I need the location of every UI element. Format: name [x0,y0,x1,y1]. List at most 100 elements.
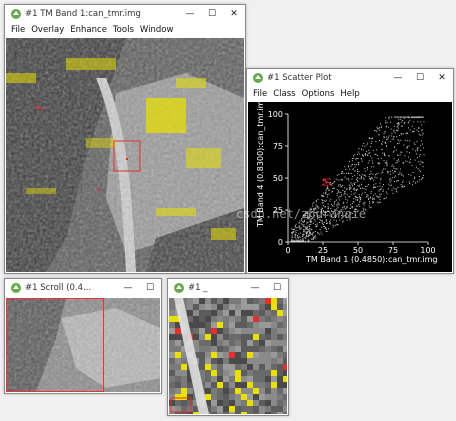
menu-overlay[interactable]: Overlay [31,25,64,35]
scatter-point [393,158,395,160]
scatter-point [386,162,388,164]
zoom-pixel [259,304,265,310]
zoom-pixel [265,364,271,370]
zoom-pixel [217,352,223,358]
scatter-point [367,154,369,156]
scatter-point [315,201,317,203]
scatter-point [315,235,317,237]
zoom-pixel [199,346,205,352]
menu-file[interactable]: File [11,25,25,35]
maximize-button[interactable]: ☐ [201,9,223,19]
scatter-point [299,237,301,238]
zoom-pixel [271,412,277,414]
minimize-button[interactable]: — [117,283,139,293]
scatter-point [344,176,346,178]
scatter-point [339,191,341,193]
zoom-pixel [217,328,223,334]
scatter-point [400,116,402,118]
zoom-pixel [253,364,259,370]
scatter-point [387,126,389,128]
scatter-point [377,162,379,164]
scatter-point [345,168,347,170]
zoom-pixel [187,298,193,304]
image-view[interactable] [6,38,244,272]
scatter-point [298,239,300,241]
zoom-pixel [283,340,287,346]
scatter-plot-window[interactable]: #1 Scatter Plot — ☐ ✕ File Class Options… [246,68,454,274]
scroll-region-indicator[interactable] [6,298,104,392]
scatter-point [386,125,387,127]
scatter-point [347,199,349,201]
scatter-point [368,205,370,207]
scatter-point [392,172,394,174]
scatter-point [336,194,338,196]
scatter-point [301,223,303,225]
zoom-pixel [265,370,271,376]
scatter-point [330,198,332,200]
scroll-window-titlebar[interactable]: #1 Scroll (0.4... — ☐ [5,279,161,297]
minimize-button[interactable]: — [179,9,201,19]
scatter-point [419,116,421,118]
minimize-button[interactable]: — [244,283,266,293]
scatter-point [325,192,327,194]
scatter-point [293,239,295,241]
menu-help[interactable]: Help [340,89,359,99]
menu-file[interactable]: File [253,89,267,99]
scatter-point [354,189,356,191]
scroll-window[interactable]: #1 Scroll (0.4... — ☐ [4,278,162,394]
scatter-point [310,224,312,226]
menu-options[interactable]: Options [302,89,335,99]
zoom-pixel [229,406,235,412]
scatter-point [337,179,339,181]
scroll-view[interactable] [6,298,160,392]
zoom-pixel [283,298,287,304]
zoom-window[interactable]: #1 _ — ☐ [167,278,289,416]
zoom-pixel [277,382,283,388]
scatter-point [399,171,401,173]
zoom-pixel [193,340,199,346]
zoom-view[interactable] [169,298,287,414]
minimize-button[interactable]: — [387,73,409,83]
image-window[interactable]: #1 TM Band 1:can_tmr.img — ☐ ✕ File Over… [4,4,246,274]
scatter-point [336,193,338,194]
scatter-point [370,178,372,179]
scatter-point [382,186,384,188]
zoom-pixel-image [169,298,287,414]
zoom-pixel [199,328,205,334]
maximize-button[interactable]: ☐ [409,73,431,83]
scatter-point [344,192,346,194]
scatter-point [396,161,398,163]
close-button[interactable]: ✕ [223,9,245,19]
maximize-button[interactable]: ☐ [266,283,288,293]
menu-enhance[interactable]: Enhance [70,25,107,35]
scatter-point [419,179,421,181]
scatter-window-titlebar[interactable]: #1 Scatter Plot — ☐ ✕ [247,69,453,87]
zoom-pixel [283,304,287,310]
scatter-point [358,163,360,165]
zoom-pixel [211,376,217,382]
scatter-point [386,191,387,193]
x-tick-label: 75 [388,246,398,255]
scatter-point [420,160,422,162]
scatter-point [374,193,376,195]
scatter-point [325,189,327,191]
menu-class[interactable]: Class [273,89,295,99]
zoom-pixel [259,394,265,400]
scatter-point [357,162,359,164]
scatter-point [382,189,384,191]
scatter-point [375,154,377,156]
zoom-pixel [199,304,205,310]
zoom-pixel [217,316,223,322]
scatter-point [338,185,340,187]
maximize-button[interactable]: ☐ [139,283,161,293]
zoom-pixel [169,334,175,340]
menu-window[interactable]: Window [140,25,174,35]
scatter-point [328,189,330,191]
menu-tools[interactable]: Tools [113,25,134,35]
zoom-pixel [265,304,271,310]
scatter-plot-canvas[interactable]: 0 25 50 75 100 0 25 50 75 100 TM Band 1 (0.4850)… [248,102,452,272]
zoom-pixel [253,412,259,414]
close-button[interactable]: ✕ [431,73,453,83]
zoom-window-titlebar[interactable]: #1 _ — ☐ [168,279,288,297]
image-window-titlebar[interactable]: #1 TM Band 1:can_tmr.img — ☐ ✕ [5,5,245,23]
